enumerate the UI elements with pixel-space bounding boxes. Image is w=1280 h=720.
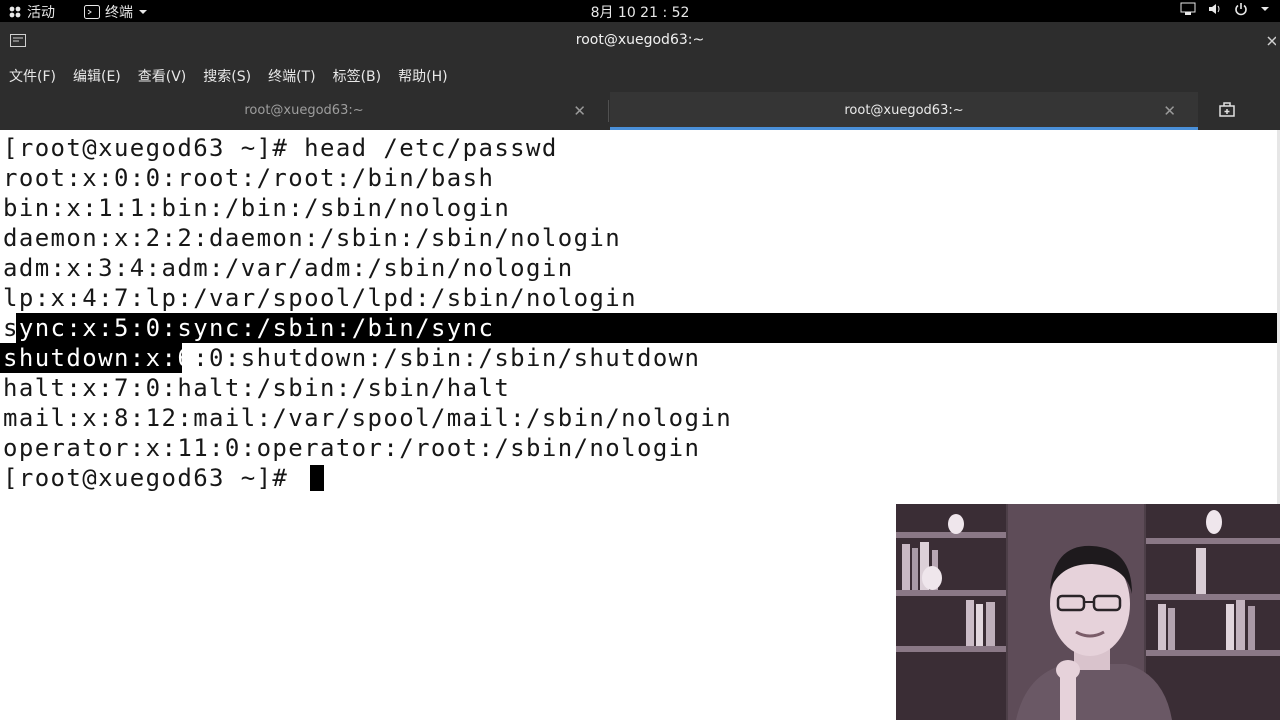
clock[interactable]: 8月 10 21 : 52 bbox=[591, 5, 690, 21]
menu-view[interactable]: 查看(V) bbox=[129, 66, 195, 86]
tab-label: root@xuegod63:~ bbox=[844, 103, 964, 118]
tab-bar: root@xuegod63:~ ✕ root@xuegod63:~ ✕ bbox=[0, 92, 1280, 130]
terminal-app-icon bbox=[84, 5, 100, 19]
terminal-line-selected: shutdown:x:6:0:shutdown:/sbin:/sbin/shut… bbox=[3, 343, 700, 373]
terminal-line-selected: sync:x:5:0:sync:/sbin:/bin/sync bbox=[3, 313, 494, 343]
tab-terminal-1[interactable]: root@xuegod63:~ ✕ bbox=[0, 92, 608, 130]
line-text: :0:shutdown:/sbin:/sbin/shutdown bbox=[193, 344, 701, 372]
activities-icon bbox=[8, 5, 22, 19]
tab-label: root@xuegod63:~ bbox=[244, 103, 364, 118]
menu-tabs[interactable]: 标签(B) bbox=[324, 66, 390, 86]
system-status-menu[interactable] bbox=[1180, 2, 1270, 16]
terminal-line: bin:x:1:1:bin:/bin:/sbin/nologin bbox=[3, 194, 511, 222]
chevron-down-icon bbox=[1260, 4, 1270, 14]
terminal-line: daemon:x:2:2:daemon:/sbin:/sbin/nologin bbox=[3, 224, 622, 252]
app-menu-terminal[interactable]: 终端 bbox=[84, 2, 148, 22]
tab-divider bbox=[608, 100, 609, 122]
terminal-prompt-line: [root@xuegod63 ~]# bbox=[3, 463, 325, 493]
menu-help[interactable]: 帮助(H) bbox=[389, 66, 455, 86]
terminal-line: operator:x:11:0:operator:/root:/sbin/nol… bbox=[3, 434, 701, 462]
network-icon bbox=[1180, 2, 1196, 16]
close-tab-icon[interactable]: ✕ bbox=[1163, 102, 1176, 120]
menu-search[interactable]: 搜索(S) bbox=[194, 66, 259, 86]
app-menu-label: 终端 bbox=[105, 5, 133, 21]
terminal-line: adm:x:3:4:adm:/var/adm:/sbin/nologin bbox=[3, 254, 574, 282]
text-cursor bbox=[310, 465, 325, 491]
line-text: s bbox=[3, 314, 19, 342]
selected-text: ync:x:5:0:sync:/sbin:/bin/sync bbox=[18, 314, 495, 342]
terminal-line: [root@xuegod63 ~]# head /etc/passwd bbox=[3, 134, 558, 162]
menu-bar: 文件(F) 编辑(E) 查看(V) 搜索(S) 终端(T) 标签(B) 帮助(H… bbox=[0, 60, 1280, 92]
terminal-line: lp:x:4:7:lp:/var/spool/lpd:/sbin/nologin bbox=[3, 284, 637, 312]
prompt: [root@xuegod63 ~]# bbox=[3, 464, 305, 492]
system-top-bar: 活动 终端 8月 10 21 : 52 bbox=[0, 0, 1280, 22]
activities-label: 活动 bbox=[27, 5, 55, 21]
tab-scroll-area[interactable] bbox=[1258, 92, 1280, 130]
selected-text: shutdown:x:6 bbox=[3, 344, 194, 372]
webcam-overlay bbox=[896, 504, 1280, 720]
tab-terminal-2-active[interactable]: root@xuegod63:~ ✕ bbox=[610, 92, 1198, 130]
terminal-line: halt:x:7:0:halt:/sbin:/sbin/halt bbox=[3, 374, 511, 402]
close-tab-icon[interactable]: ✕ bbox=[573, 102, 586, 120]
menu-edit[interactable]: 编辑(E) bbox=[64, 66, 129, 86]
window-titlebar[interactable]: root@xuegod63:~ bbox=[0, 22, 1280, 60]
menu-file[interactable]: 文件(F) bbox=[0, 66, 64, 86]
volume-icon bbox=[1208, 2, 1222, 16]
new-tab-icon[interactable] bbox=[1218, 102, 1236, 122]
terminal-line: mail:x:8:12:mail:/var/spool/mail:/sbin/n… bbox=[3, 404, 733, 432]
presenter-video-image bbox=[896, 504, 1280, 720]
activities-button[interactable]: 活动 bbox=[8, 2, 55, 22]
power-icon bbox=[1234, 2, 1248, 16]
window-title: root@xuegod63:~ bbox=[575, 32, 705, 48]
terminal-line: root:x:0:0:root:/root:/bin/bash bbox=[3, 164, 495, 192]
chevron-down-icon bbox=[138, 7, 148, 17]
menu-terminal[interactable]: 终端(T) bbox=[259, 66, 323, 86]
close-window-button[interactable] bbox=[1266, 32, 1277, 54]
